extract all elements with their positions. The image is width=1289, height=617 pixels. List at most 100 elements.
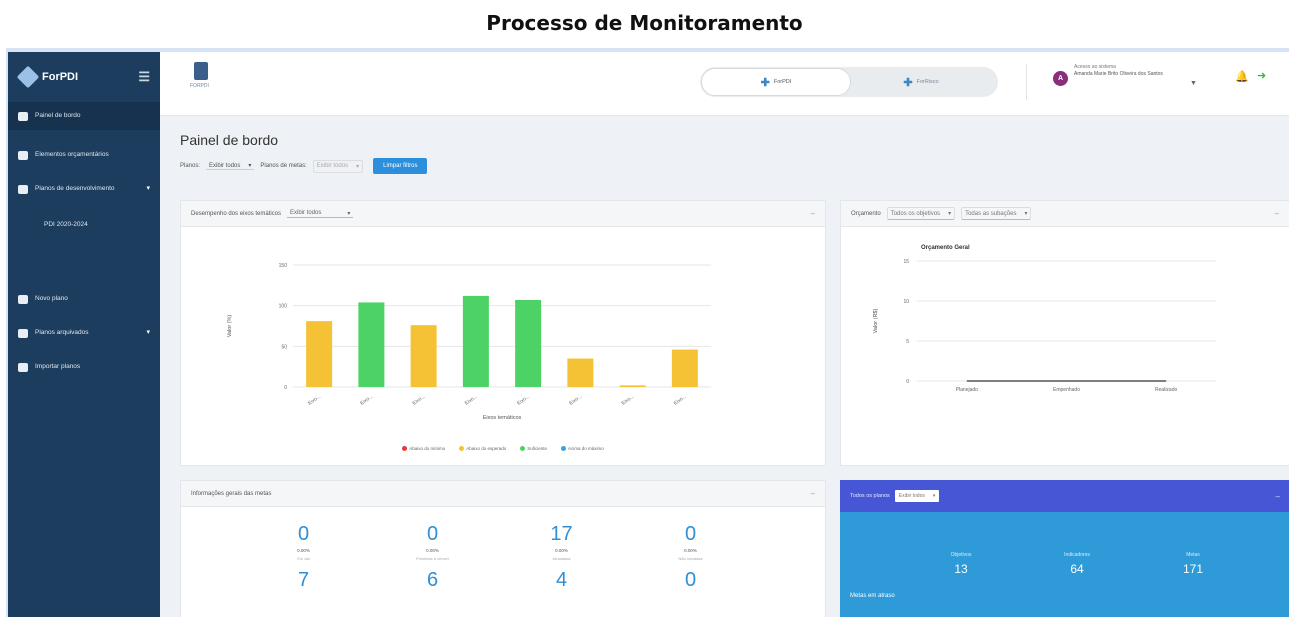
app-switch: ✚ ForPDI ✚ ForRisco: [700, 67, 998, 97]
y-tick-label: 100: [279, 304, 288, 310]
clear-filters-button[interactable]: Limpar filtros: [373, 158, 428, 174]
logout-icon[interactable]: ➜: [1257, 69, 1266, 82]
x-tick-label: Eixo...: [307, 394, 322, 407]
performance-select-value: Exibir todos: [290, 210, 322, 216]
stat-percent: 0.00%: [684, 548, 697, 553]
bell-icon[interactable]: 🔔: [1235, 70, 1249, 83]
chevron-down-icon[interactable]: ▼: [1190, 80, 1197, 87]
filters-bar: Planos: Exibir todos ▾ Planos de metas: E…: [180, 158, 428, 174]
stat-percent: 0.00%: [426, 548, 439, 553]
sidebar-item-importar-planos[interactable]: Importar planos: [8, 354, 160, 380]
legend-item[interactable]: Suficiente: [520, 446, 547, 451]
budget-panel: Orçamento Todos os objetivos ▾ Todas as s…: [840, 200, 1289, 466]
archive-icon: [18, 328, 28, 338]
bar: [462, 295, 489, 387]
y-tick-label: 50: [281, 344, 287, 350]
stat-number: 0: [684, 569, 697, 591]
sidebar-item-pdi-2020-2024[interactable]: PDI 2020-2024: [8, 212, 160, 238]
tab-forrisco[interactable]: ✚ ForRisco: [846, 68, 996, 96]
stat-number: 6: [426, 569, 439, 591]
page-heading: Processo de Monitoramento: [486, 11, 803, 35]
budget-subactions-select[interactable]: Todas as subações ▾: [961, 207, 1032, 220]
minimize-icon[interactable]: –: [811, 209, 815, 218]
tab-forpdi[interactable]: ✚ ForPDI: [701, 68, 851, 96]
summary-goal-value: 171: [1182, 562, 1204, 576]
legend-item[interactable]: Abaixo do esperado: [459, 446, 506, 451]
filter-goals-select[interactable]: Exibir todos ▾: [312, 159, 364, 173]
stat-label: Atrasadas: [552, 556, 571, 561]
general-info-panel-header: Informações gerais das metas –: [181, 481, 825, 507]
y-axis-label: Valor (R$): [873, 309, 879, 334]
bar: [515, 299, 542, 387]
list-icon: [18, 184, 28, 194]
chart-legend: Abaixo do mínimo Abaixo do esperado Sufici…: [181, 446, 825, 451]
bar: [306, 321, 333, 387]
legend-label: Suficiente: [527, 445, 548, 451]
topbar-divider: [1026, 64, 1027, 100]
stat-number: 7: [297, 569, 310, 591]
sidebar-item-elementos-or-ament-rios[interactable]: Elementos orçamentários: [8, 142, 160, 168]
sidebar-item-painel-de-bordo[interactable]: Painel de bordo: [8, 102, 160, 130]
forpdi-icon: ✚: [760, 76, 770, 89]
filter-goals-label: Planos de metas:: [260, 163, 307, 169]
stat-label: Não iniciadas: [678, 556, 703, 561]
budget-line-chart: Orçamento Geral 0 5 10 15 Planejado Empenhado R…: [873, 245, 1216, 393]
sidebar-item-novo-plano[interactable]: Novo plano: [8, 286, 160, 312]
filter-plans-label: Planos:: [180, 163, 201, 169]
goal-stat: 0: [626, 569, 755, 592]
institution-logo: [194, 62, 208, 80]
legend-label: Acima do máximo: [568, 445, 604, 451]
stat-number: 0: [684, 523, 697, 545]
legend-label: Abaixo do mínimo: [409, 445, 446, 451]
forrisco-icon: ✚: [903, 76, 913, 89]
brand-mark-icon: [16, 65, 40, 89]
x-tick-label: Eixo...: [621, 394, 636, 407]
summary-panel-label: Todos os planos: [850, 493, 890, 499]
performance-panel-header: Desempenho dos eixos temáticos Exibir to…: [181, 201, 825, 227]
x-tick-label: Empenhado: [1053, 387, 1080, 393]
budget-objectives-value: Todos os objetivos: [890, 210, 941, 217]
summary-panel-header: Todos os planos Exibir todos ▾ –: [840, 480, 1289, 512]
summary-goal-label: Objetivos: [950, 552, 972, 558]
performance-select[interactable]: Exibir todos ▾: [287, 210, 354, 218]
avatar[interactable]: A: [1053, 71, 1068, 86]
sidebar-item-planos-de-desenvolvimento[interactable]: Planos de desenvolvimento ▾: [8, 176, 160, 202]
goal-stat: 4: [497, 569, 626, 592]
minimize-icon[interactable]: –: [1276, 492, 1280, 501]
brand-name: ForPDI: [42, 71, 79, 83]
x-tick-label: Eixo...: [464, 394, 479, 407]
general-info-panel-title: Informações gerais das metas: [191, 490, 272, 497]
chevron-down-icon: ▾: [146, 185, 150, 192]
stat-number: 0: [426, 523, 439, 545]
budget-panel-header: Orçamento Todos os objetivos ▾ Todas as s…: [841, 201, 1289, 227]
minimize-icon[interactable]: –: [811, 489, 815, 498]
sidebar-item-label: Novo plano: [35, 295, 68, 302]
user-menu[interactable]: Acesso ao sistema Amanda Marie Brito Oli…: [1074, 64, 1174, 78]
goal-stat: 0 0.00% Em dia: [239, 523, 368, 561]
chevron-down-icon: ▾: [356, 163, 360, 170]
brand-logo[interactable]: ForPDI ☰: [8, 52, 160, 102]
summary-plans-select[interactable]: Exibir todos ▾: [894, 490, 940, 502]
summary-footer: Metas em atraso: [850, 593, 895, 599]
chevron-down-icon: ▾: [1024, 211, 1028, 217]
filter-plans-select[interactable]: Exibir todos ▾: [206, 162, 255, 170]
legend-item[interactable]: Acima do máximo: [561, 446, 604, 451]
legend-dot-icon: [561, 446, 567, 451]
budget-subactions-value: Todas as subações: [965, 210, 1017, 217]
goal-stat: 7: [239, 569, 368, 592]
tab-forrisco-label: ForRisco: [916, 79, 939, 85]
sidebar-item-label: Importar planos: [35, 363, 81, 370]
sidebar-item-label: Planos de desenvolvimento: [35, 185, 115, 192]
menu-toggle-icon[interactable]: ☰: [138, 69, 150, 85]
legend-dot-icon: [459, 446, 465, 451]
legend-item[interactable]: Abaixo do mínimo: [402, 446, 445, 451]
goal-stat: 6: [368, 569, 497, 592]
performance-panel-title: Desempenho dos eixos temáticos: [191, 210, 282, 217]
page-title: Painel de bordo: [180, 132, 279, 148]
x-tick-label: Eixo...: [673, 394, 688, 407]
goal-stat: 0 0.00% Próximas a vencer: [368, 523, 497, 561]
sidebar-item-planos-arquivados[interactable]: Planos arquivados ▾: [8, 320, 160, 346]
budget-objectives-select[interactable]: Todos os objetivos ▾: [886, 207, 956, 220]
minimize-icon[interactable]: –: [1275, 209, 1279, 218]
chevron-down-icon: ▾: [948, 211, 952, 217]
